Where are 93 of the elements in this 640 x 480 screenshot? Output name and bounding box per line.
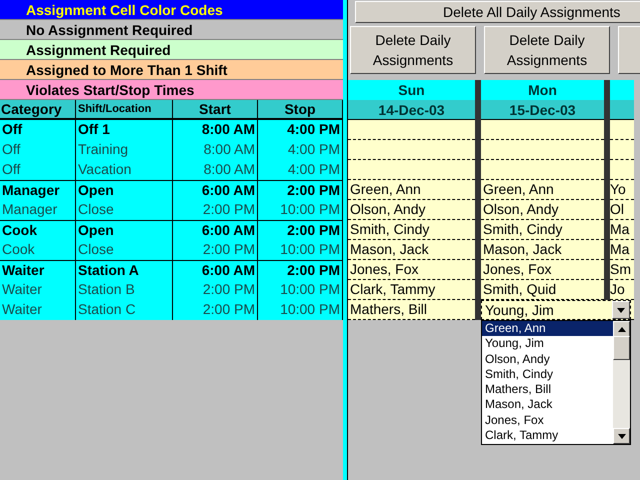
legend-item: Assignment Required [0,40,343,60]
table-cell: Open [76,221,173,240]
table-cell: Open [76,181,173,200]
date-header: 15-Dec-03 [481,100,604,120]
caret-down-icon [618,434,626,438]
dropdown-option[interactable]: Smith, Cindy [482,366,613,382]
legend-item: Assigned to More Than 1 Shift [0,60,343,80]
assignment-cell[interactable]: Jones, Fox [348,260,475,280]
table-cell: Off [0,120,76,140]
table-cell: Vacation [76,160,173,180]
table-cell: 6:00 AM [173,221,258,240]
table-cell: Cook [0,221,76,240]
table-cell: Manager [0,181,76,200]
table-cell: 2:00 PM [173,280,258,300]
assignment-cell[interactable] [481,160,604,180]
table-cell: 8:00 AM [173,160,258,180]
table-cell: Station A [76,261,173,280]
assignment-cell[interactable]: Clark, Tammy [348,280,475,300]
assignment-cell[interactable] [348,160,475,180]
table-cell: Station C [76,300,173,320]
dropdown-option[interactable]: Jones, Fox [482,412,613,428]
dropdown-option[interactable]: Olson, Andy [482,352,613,367]
scrollbar[interactable] [613,321,630,444]
assignment-cell[interactable] [610,160,634,180]
assignment-cell[interactable]: Sm [610,260,634,280]
assignment-cell[interactable]: Ol [610,200,634,220]
table-cell: Close [76,240,173,260]
table-cell: Off 1 [76,120,173,140]
day-header: Sun [348,80,475,100]
table-cell: Station B [76,280,173,300]
table-cell: Manager [0,200,76,220]
table-cell: Training [76,140,173,160]
day-header [610,80,634,100]
table-cell: Close [76,200,173,220]
scroll-down-button[interactable] [613,428,630,444]
dropdown-value: Young, Jim [484,301,555,319]
dropdown-option[interactable]: Mason, Jack [482,397,613,413]
column-header: Shift/Location [76,100,173,118]
table-cell: Waiter [0,300,76,320]
assignment-cell[interactable]: Olson, Andy [481,200,604,220]
assignment-cell[interactable]: Ma [610,240,634,260]
dropdown-arrow-button[interactable] [612,301,630,319]
dropdown-option[interactable]: Young, Jim [482,336,613,352]
table-cell: 6:00 AM [173,261,258,280]
table-cell: Cook [0,240,76,260]
date-header [610,100,634,120]
assignment-cell[interactable]: Mason, Jack [348,240,475,260]
day-header: Mon [481,80,604,100]
table-cell: Waiter [0,261,76,280]
delete-daily-button[interactable]: Delete Daily Assignments [350,26,476,74]
dropdown-option[interactable]: Mathers, Bill [482,382,613,398]
table-cell: 8:00 AM [173,120,258,140]
caret-up-icon [618,326,626,332]
table-cell: Off [0,140,76,160]
column-header: Start [173,100,258,118]
legend-item: Violates Start/Stop Times [0,80,343,100]
assignment-cell[interactable]: Jones, Fox [481,260,604,280]
assignment-cell[interactable]: Olson, Andy [348,200,475,220]
table-cell: 2:00 PM [173,240,258,260]
dropdown-option[interactable]: Clark, Tammy [482,428,613,444]
table-cell: Waiter [0,280,76,300]
assignment-cell[interactable] [348,140,475,160]
assignment-cell[interactable]: Green, Ann [348,180,475,200]
assignment-cell[interactable]: Mathers, Bill [348,300,475,320]
table-cell: 2:00 PM [173,200,258,220]
table-cell: 2:00 PM [173,300,258,320]
column-header: Category [0,100,76,118]
assignment-cell[interactable]: Yo [610,180,634,200]
assignment-cell[interactable] [610,140,634,160]
scroll-up-button[interactable] [613,321,630,337]
name-dropdown[interactable]: Young, Jim [481,300,631,320]
legend-title: Assignment Cell Color Codes [0,0,343,20]
date-header: 14-Dec-03 [348,100,475,120]
assignment-cell[interactable]: Smith, Cindy [481,220,604,240]
table-cell: 8:00 AM [173,140,258,160]
assignment-cell[interactable]: Smith, Quid [481,280,604,300]
assignment-cell[interactable] [610,120,634,140]
assignment-cell[interactable] [481,120,604,140]
assignment-cell[interactable] [481,140,604,160]
assignment-cell[interactable]: Green, Ann [481,180,604,200]
table-cell: Off [0,160,76,180]
delete-daily-button[interactable] [618,26,640,74]
delete-all-button[interactable]: Delete All Daily Assignments [355,1,640,23]
delete-daily-button[interactable]: Delete Daily Assignments [484,26,610,74]
assignment-cell[interactable]: Smith, Cindy [348,220,475,240]
assignment-cell[interactable]: Mason, Jack [481,240,604,260]
assignment-cell[interactable]: Jo [610,280,634,300]
assignment-cell[interactable] [348,120,475,140]
caret-down-icon [617,308,625,312]
table-cell: 6:00 AM [173,181,258,200]
scroll-thumb[interactable] [613,336,630,360]
assignment-cell[interactable]: Ma [610,220,634,240]
dropdown-option[interactable]: Green, Ann [482,321,613,336]
